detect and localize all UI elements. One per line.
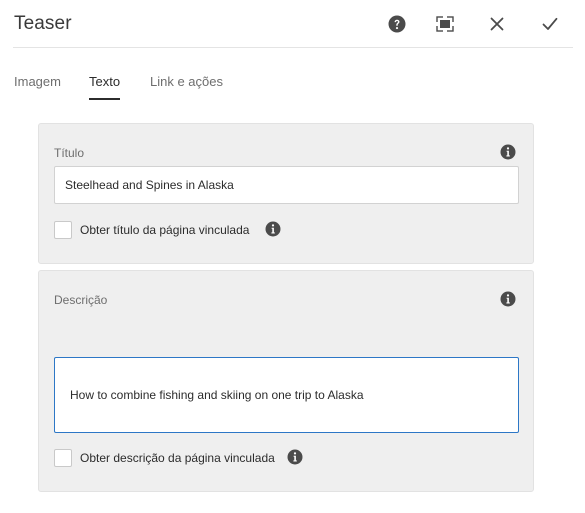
fullscreen-icon (436, 16, 454, 32)
description-panel: Descrição How to combine fishing and ski… (38, 270, 534, 492)
description-editor[interactable]: How to combine fishing and skiing on one… (54, 357, 519, 433)
info-icon[interactable] (265, 221, 281, 237)
close-icon (490, 17, 504, 31)
description-text: How to combine fishing and skiing on one… (70, 388, 364, 402)
teaser-dialog: Teaser Imagem Texto Link e ações Título … (0, 0, 585, 513)
description-label: Descrição (54, 293, 108, 307)
description-from-linked-page-label[interactable]: Obter descrição da página vinculada (80, 451, 275, 465)
title-from-linked-page-checkbox[interactable] (54, 221, 72, 239)
title-panel: Título Obter título da página vinculada (38, 123, 534, 264)
title-input[interactable] (54, 166, 519, 204)
dialog-header: Teaser (0, 0, 585, 48)
tab-texto[interactable]: Texto (89, 74, 121, 100)
header-divider (13, 47, 573, 48)
info-icon[interactable] (287, 449, 303, 465)
help-icon (388, 15, 406, 33)
title-from-linked-page-label[interactable]: Obter título da página vinculada (80, 223, 249, 237)
fullscreen-button[interactable] (433, 12, 457, 36)
description-from-linked-page-row: Obter descrição da página vinculada (54, 448, 275, 468)
tab-link-e-acoes[interactable]: Link e ações (150, 74, 223, 100)
description-from-linked-page-checkbox[interactable] (54, 449, 72, 467)
title-from-linked-page-row: Obter título da página vinculada (54, 220, 249, 240)
info-icon[interactable] (500, 144, 516, 160)
info-icon[interactable] (500, 291, 516, 307)
done-button[interactable] (538, 12, 562, 36)
cancel-button[interactable] (485, 12, 509, 36)
check-icon (542, 17, 558, 30)
help-button[interactable] (385, 12, 409, 36)
dialog-title: Teaser (14, 13, 72, 34)
title-label: Título (54, 146, 85, 160)
tab-imagem[interactable]: Imagem (14, 74, 61, 100)
